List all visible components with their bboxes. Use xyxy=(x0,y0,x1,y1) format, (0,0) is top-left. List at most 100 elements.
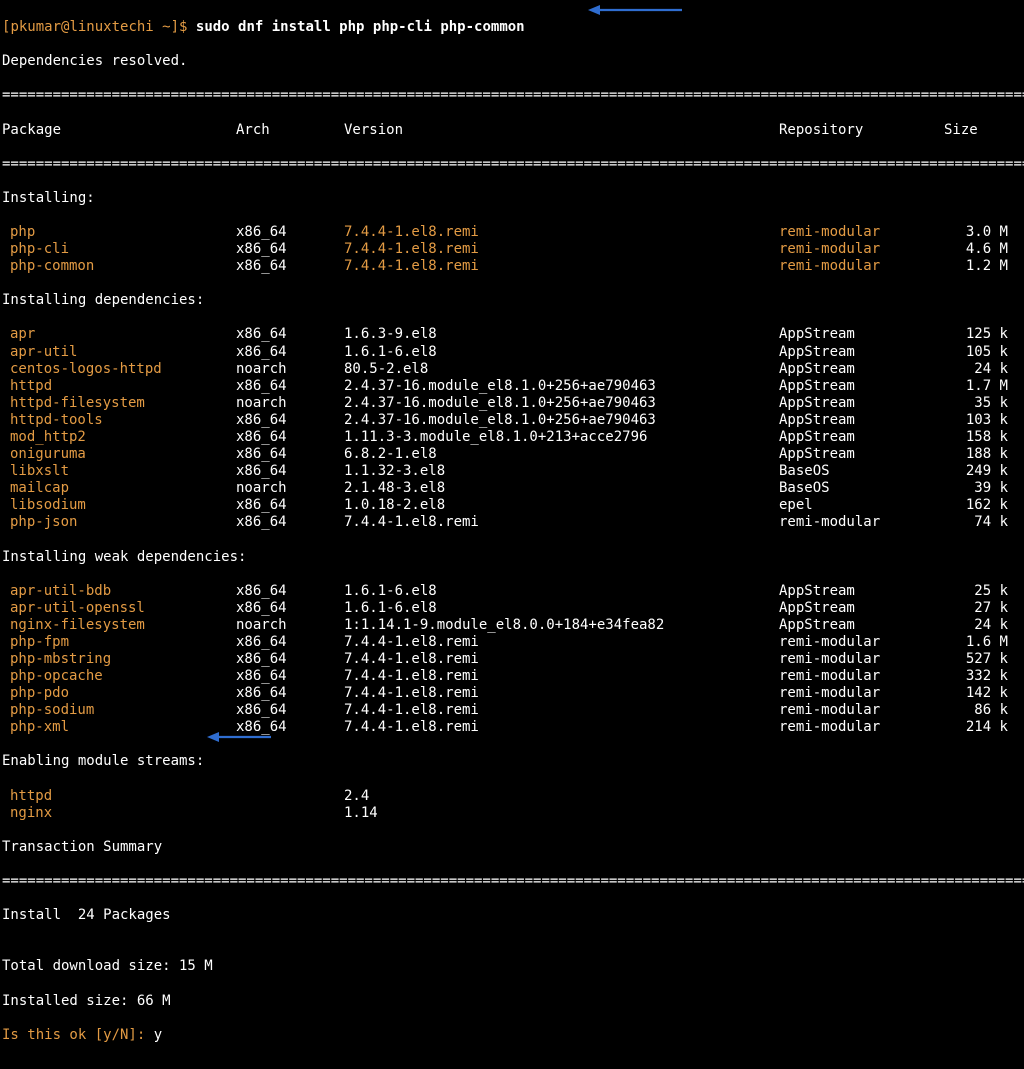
cell-package: mod_http2 xyxy=(2,429,236,446)
total-download-size: Total download size: 15 M xyxy=(2,958,1022,975)
cell-version: 7.4.4-1.el8.remi xyxy=(344,668,779,685)
cell-size: 35 k xyxy=(944,395,1008,412)
cell-version: 1.6.1-6.el8 xyxy=(344,600,779,617)
cell-arch: x86_64 xyxy=(236,429,344,446)
cell-repository: AppStream xyxy=(779,326,944,343)
prompt-path: ~]$ xyxy=(154,19,196,36)
cell-arch: x86_64 xyxy=(236,326,344,343)
table-row: php-sodiumx86_647.4.4-1.el8.remiremi-mod… xyxy=(2,702,1022,719)
cell-repository: AppStream xyxy=(779,617,944,634)
confirm-line[interactable]: Is this ok [y/N]: y xyxy=(2,1027,1022,1044)
cell-repository: remi-modular xyxy=(779,224,944,241)
table-row: nginx-filesystemnoarch1:1.14.1-9.module_… xyxy=(2,617,1022,634)
cell-package: httpd-filesystem xyxy=(2,395,236,412)
cell-repository: AppStream xyxy=(779,395,944,412)
confirm-question: Is this ok [y/N]: xyxy=(2,1027,154,1044)
cell-package: php-mbstring xyxy=(2,651,236,668)
terminal-output: [pkumar@linuxtechi ~]$ sudo dnf install … xyxy=(0,0,1024,1069)
table-row: libsodiumx86_641.0.18-2.el8epel162 k xyxy=(2,497,1022,514)
cell-arch: x86_64 xyxy=(236,446,344,463)
cell-package: oniguruma xyxy=(2,446,236,463)
cell-version: 1.0.18-2.el8 xyxy=(344,497,779,514)
cell-package: php-cli xyxy=(2,241,236,258)
cell-version: 1.14 xyxy=(344,805,779,822)
table-row: php-clix86_647.4.4-1.el8.remiremi-modula… xyxy=(2,241,1022,258)
cell-arch: x86_64 xyxy=(236,685,344,702)
cell-version: 7.4.4-1.el8.remi xyxy=(344,702,779,719)
rule-tx: ========================================… xyxy=(2,873,1022,890)
cell-package: libxslt xyxy=(2,463,236,480)
cell-repository: AppStream xyxy=(779,600,944,617)
cell-repository xyxy=(779,788,944,805)
cell-size: 142 k xyxy=(944,685,1008,702)
table-row: mailcapnoarch2.1.48-3.el8BaseOS39 k xyxy=(2,480,1022,497)
cell-package: centos-logos-httpd xyxy=(2,361,236,378)
cell-arch: x86_64 xyxy=(236,258,344,275)
cell-package: nginx xyxy=(2,805,236,822)
cell-size: 158 k xyxy=(944,429,1008,446)
cell-version: 1.6.1-6.el8 xyxy=(344,583,779,600)
cell-arch: x86_64 xyxy=(236,514,344,531)
table-row: onigurumax86_646.8.2-1.el8AppStream188 k xyxy=(2,446,1022,463)
cell-size: 1.6 M xyxy=(944,634,1008,651)
hdr-size: Size xyxy=(944,122,1008,139)
cell-version: 1.6.1-6.el8 xyxy=(344,344,779,361)
table-row: aprx86_641.6.3-9.el8AppStream125 k xyxy=(2,326,1022,343)
cell-size: 24 k xyxy=(944,361,1008,378)
table-row: php-pdox86_647.4.4-1.el8.remiremi-modula… xyxy=(2,685,1022,702)
prompt-user-host: pkumar@linuxtechi xyxy=(10,19,153,36)
prompt-line: [pkumar@linuxtechi ~]$ sudo dnf install … xyxy=(2,19,1022,36)
cell-version: 7.4.4-1.el8.remi xyxy=(344,634,779,651)
cell-repository: AppStream xyxy=(779,429,944,446)
install-count: Install 24 Packages xyxy=(2,907,1022,924)
cell-version: 7.4.4-1.el8.remi xyxy=(344,514,779,531)
cell-package: apr-util xyxy=(2,344,236,361)
cell-repository: remi-modular xyxy=(779,258,944,275)
cell-repository: remi-modular xyxy=(779,702,944,719)
cell-arch: x86_64 xyxy=(236,497,344,514)
command-text: sudo dnf install php php-cli php-common xyxy=(196,19,525,36)
table-row: mod_http2x86_641.11.3-3.module_el8.1.0+2… xyxy=(2,429,1022,446)
table-row: centos-logos-httpdnoarch80.5-2.el8AppStr… xyxy=(2,361,1022,378)
cell-size: 1.7 M xyxy=(944,378,1008,395)
cell-version: 7.4.4-1.el8.remi xyxy=(344,224,779,241)
cell-repository: remi-modular xyxy=(779,685,944,702)
cell-repository: BaseOS xyxy=(779,480,944,497)
cell-repository: AppStream xyxy=(779,361,944,378)
section-installing: Installing: xyxy=(2,190,1022,207)
cell-size: 105 k xyxy=(944,344,1008,361)
cell-package: httpd-tools xyxy=(2,412,236,429)
cell-version: 7.4.4-1.el8.remi xyxy=(344,651,779,668)
table-row: apr-util-opensslx86_641.6.1-6.el8AppStre… xyxy=(2,600,1022,617)
cell-arch: x86_64 xyxy=(236,634,344,651)
cell-size: 162 k xyxy=(944,497,1008,514)
table-row: httpd2.4 xyxy=(2,788,1022,805)
table-row: httpdx86_642.4.37-16.module_el8.1.0+256+… xyxy=(2,378,1022,395)
cell-repository: remi-modular xyxy=(779,514,944,531)
cell-version: 2.1.48-3.el8 xyxy=(344,480,779,497)
cell-package: php xyxy=(2,224,236,241)
cell-version: 2.4.37-16.module_el8.1.0+256+ae790463 xyxy=(344,412,779,429)
cell-repository: AppStream xyxy=(779,412,944,429)
cell-size: 25 k xyxy=(944,583,1008,600)
cell-package: php-sodium xyxy=(2,702,236,719)
cell-arch: noarch xyxy=(236,617,344,634)
table-row: apr-util-bdbx86_641.6.1-6.el8AppStream25… xyxy=(2,583,1022,600)
cell-arch: x86_64 xyxy=(236,583,344,600)
cell-package: php-common xyxy=(2,258,236,275)
cell-repository: AppStream xyxy=(779,378,944,395)
cell-arch: x86_64 xyxy=(236,378,344,395)
cell-package: php-opcache xyxy=(2,668,236,685)
cell-arch: noarch xyxy=(236,361,344,378)
cell-size: 332 k xyxy=(944,668,1008,685)
table-row: nginx 1.14 xyxy=(2,805,1022,822)
cell-size: 24 k xyxy=(944,617,1008,634)
cell-version: 80.5-2.el8 xyxy=(344,361,779,378)
cell-version: 7.4.4-1.el8.remi xyxy=(344,719,779,736)
table-row: php-fpmx86_647.4.4-1.el8.remiremi-modula… xyxy=(2,634,1022,651)
cell-package: php-fpm xyxy=(2,634,236,651)
cell-repository: remi-modular xyxy=(779,719,944,736)
cell-arch xyxy=(236,805,344,822)
hdr-version: Version xyxy=(344,122,779,139)
cell-size: 249 k xyxy=(944,463,1008,480)
